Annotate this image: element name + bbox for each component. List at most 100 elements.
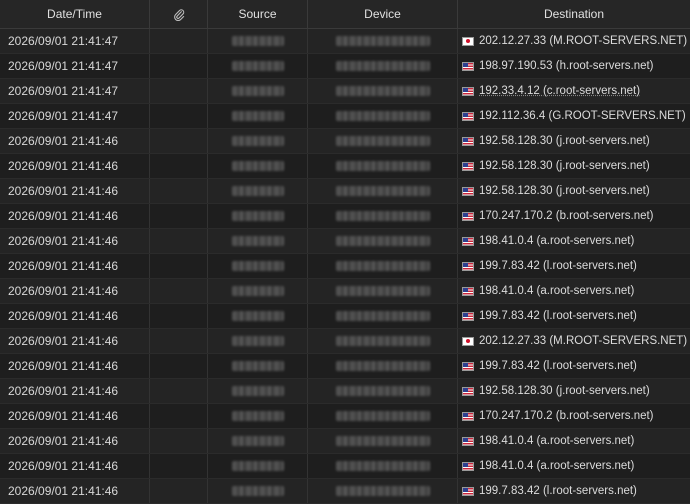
destination-cell[interactable]: 192.58.128.30 (j.root-servers.net): [458, 154, 690, 178]
destination-cell[interactable]: 198.41.0.4 (a.root-servers.net): [458, 229, 690, 253]
destination-text[interactable]: 192.58.128.30 (j.root-servers.net): [479, 385, 650, 397]
redacted-device: [335, 411, 430, 421]
table-row[interactable]: 2026/09/01 21:41:46 192.58.128.30 (j.root…: [0, 129, 690, 154]
destination-text[interactable]: 192.58.128.30 (j.root-servers.net): [479, 185, 650, 197]
table-row[interactable]: 2026/09/01 21:41:46 192.58.128.30 (j.root…: [0, 379, 690, 404]
destination-text[interactable]: 192.112.36.4 (G.ROOT-SERVERS.NET): [479, 110, 686, 122]
attachment-cell: [150, 329, 208, 353]
table-row[interactable]: 2026/09/01 21:41:46 192.58.128.30 (j.root…: [0, 154, 690, 179]
device-cell: [308, 129, 458, 153]
destination-cell[interactable]: 192.58.128.30 (j.root-servers.net): [458, 129, 690, 153]
destination-cell[interactable]: 170.247.170.2 (b.root-servers.net): [458, 404, 690, 428]
destination-text[interactable]: 198.97.190.53 (h.root-servers.net): [479, 60, 654, 72]
redacted-source: [231, 211, 284, 221]
destination-cell[interactable]: 202.12.27.33 (M.ROOT-SERVERS.NET): [458, 29, 690, 53]
table-row[interactable]: 2026/09/01 21:41:46 170.247.170.2 (b.root…: [0, 404, 690, 429]
datetime-cell: 2026/09/01 21:41:46: [0, 479, 150, 503]
destination-text[interactable]: 199.7.83.42 (l.root-servers.net): [479, 260, 637, 272]
destination-text[interactable]: 192.58.128.30 (j.root-servers.net): [479, 135, 650, 147]
column-header-datetime[interactable]: Date/Time: [0, 0, 150, 28]
us-flag-icon: [462, 361, 474, 371]
us-flag-icon: [462, 61, 474, 71]
destination-cell[interactable]: 170.247.170.2 (b.root-servers.net): [458, 204, 690, 228]
destination-text[interactable]: 192.33.4.12 (c.root-servers.net): [479, 85, 640, 97]
redacted-device: [335, 36, 430, 46]
attachment-cell: [150, 379, 208, 403]
source-cell: [208, 404, 308, 428]
column-header-device[interactable]: Device: [308, 0, 458, 28]
redacted-source: [231, 336, 284, 346]
device-cell: [308, 204, 458, 228]
table-row[interactable]: 2026/09/01 21:41:46 199.7.83.42 (l.root-s…: [0, 254, 690, 279]
destination-cell[interactable]: 199.7.83.42 (l.root-servers.net): [458, 304, 690, 328]
attachment-cell: [150, 279, 208, 303]
datetime-cell: 2026/09/01 21:41:46: [0, 204, 150, 228]
table-row[interactable]: 2026/09/01 21:41:46 199.7.83.42 (l.root-s…: [0, 479, 690, 504]
source-cell: [208, 79, 308, 103]
device-cell: [308, 254, 458, 278]
table-row[interactable]: 2026/09/01 21:41:47 192.112.36.4 (G.ROOT-…: [0, 104, 690, 129]
redacted-device: [335, 161, 430, 171]
destination-text[interactable]: 199.7.83.42 (l.root-servers.net): [479, 360, 637, 372]
table-body: 2026/09/01 21:41:47 202.12.27.33 (M.ROOT-…: [0, 29, 690, 504]
redacted-device: [335, 286, 430, 296]
table-row[interactable]: 2026/09/01 21:41:46 192.58.128.30 (j.root…: [0, 179, 690, 204]
table-row[interactable]: 2026/09/01 21:41:47 202.12.27.33 (M.ROOT-…: [0, 29, 690, 54]
table-row[interactable]: 2026/09/01 21:41:46 170.247.170.2 (b.root…: [0, 204, 690, 229]
destination-text[interactable]: 199.7.83.42 (l.root-servers.net): [479, 485, 637, 497]
table-row[interactable]: 2026/09/01 21:41:46 198.41.0.4 (a.root-se…: [0, 279, 690, 304]
destination-text[interactable]: 198.41.0.4 (a.root-servers.net): [479, 285, 634, 297]
destination-cell[interactable]: 199.7.83.42 (l.root-servers.net): [458, 479, 690, 503]
destination-cell[interactable]: 198.41.0.4 (a.root-servers.net): [458, 454, 690, 478]
japan-flag-icon: [462, 336, 474, 346]
destination-cell[interactable]: 198.97.190.53 (h.root-servers.net): [458, 54, 690, 78]
column-header-destination[interactable]: Destination: [458, 0, 690, 28]
destination-cell[interactable]: 199.7.83.42 (l.root-servers.net): [458, 354, 690, 378]
destination-text[interactable]: 170.247.170.2 (b.root-servers.net): [479, 410, 654, 422]
table-row[interactable]: 2026/09/01 21:41:46 198.41.0.4 (a.root-se…: [0, 429, 690, 454]
us-flag-icon: [462, 486, 474, 496]
destination-cell[interactable]: 192.33.4.12 (c.root-servers.net): [458, 79, 690, 103]
datetime-cell: 2026/09/01 21:41:46: [0, 379, 150, 403]
table-row[interactable]: 2026/09/01 21:41:46 198.41.0.4 (a.root-se…: [0, 454, 690, 479]
redacted-device: [335, 311, 430, 321]
redacted-device: [335, 436, 430, 446]
column-header-source[interactable]: Source: [208, 0, 308, 28]
destination-cell[interactable]: 202.12.27.33 (M.ROOT-SERVERS.NET): [458, 329, 690, 353]
destination-cell[interactable]: 192.58.128.30 (j.root-servers.net): [458, 179, 690, 203]
table-row[interactable]: 2026/09/01 21:41:47 192.33.4.12 (c.root-s…: [0, 79, 690, 104]
redacted-source: [231, 436, 284, 446]
us-flag-icon: [462, 236, 474, 246]
japan-flag-icon: [462, 36, 474, 46]
device-cell: [308, 454, 458, 478]
table-row[interactable]: 2026/09/01 21:41:46 199.7.83.42 (l.root-s…: [0, 354, 690, 379]
destination-cell[interactable]: 192.112.36.4 (G.ROOT-SERVERS.NET): [458, 104, 690, 128]
column-header-attachment[interactable]: [150, 0, 208, 28]
table-row[interactable]: 2026/09/01 21:41:46 202.12.27.33 (M.ROOT-…: [0, 329, 690, 354]
destination-cell[interactable]: 192.58.128.30 (j.root-servers.net): [458, 379, 690, 403]
redacted-device: [335, 236, 430, 246]
destination-cell[interactable]: 199.7.83.42 (l.root-servers.net): [458, 254, 690, 278]
source-cell: [208, 254, 308, 278]
destination-text[interactable]: 198.41.0.4 (a.root-servers.net): [479, 235, 634, 247]
table-row[interactable]: 2026/09/01 21:41:46 198.41.0.4 (a.root-se…: [0, 229, 690, 254]
destination-text[interactable]: 198.41.0.4 (a.root-servers.net): [479, 460, 634, 472]
table-row[interactable]: 2026/09/01 21:41:46 199.7.83.42 (l.root-s…: [0, 304, 690, 329]
redacted-source: [231, 236, 284, 246]
destination-cell[interactable]: 198.41.0.4 (a.root-servers.net): [458, 429, 690, 453]
datetime-cell: 2026/09/01 21:41:46: [0, 429, 150, 453]
destination-text[interactable]: 199.7.83.42 (l.root-servers.net): [479, 310, 637, 322]
device-cell: [308, 54, 458, 78]
source-cell: [208, 454, 308, 478]
destination-text[interactable]: 202.12.27.33 (M.ROOT-SERVERS.NET): [479, 35, 687, 47]
destination-text[interactable]: 170.247.170.2 (b.root-servers.net): [479, 210, 654, 222]
destination-text[interactable]: 202.12.27.33 (M.ROOT-SERVERS.NET): [479, 335, 687, 347]
redacted-source: [231, 361, 284, 371]
destination-cell[interactable]: 198.41.0.4 (a.root-servers.net): [458, 279, 690, 303]
source-cell: [208, 379, 308, 403]
attachment-cell: [150, 179, 208, 203]
source-cell: [208, 104, 308, 128]
destination-text[interactable]: 192.58.128.30 (j.root-servers.net): [479, 160, 650, 172]
table-row[interactable]: 2026/09/01 21:41:47 198.97.190.53 (h.root…: [0, 54, 690, 79]
destination-text[interactable]: 198.41.0.4 (a.root-servers.net): [479, 435, 634, 447]
